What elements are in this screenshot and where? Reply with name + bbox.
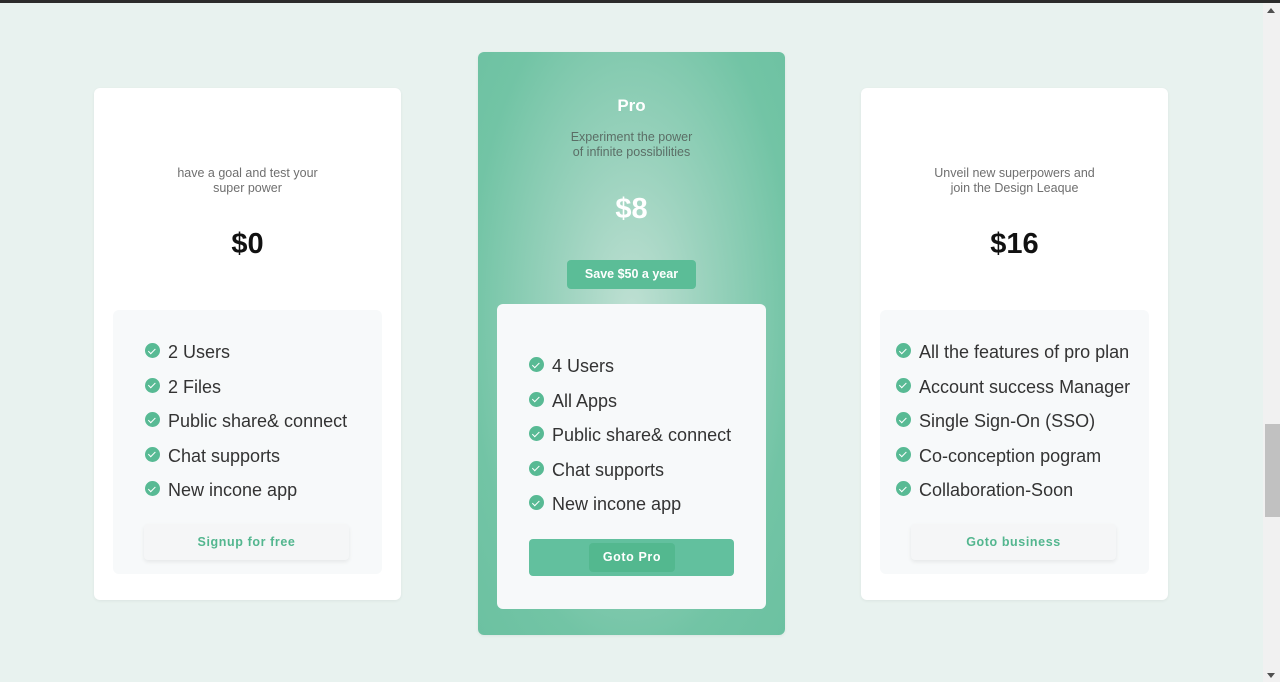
plan-description-line: Experiment the power <box>570 130 693 144</box>
plan-card-free: have a goal and test your super power $0… <box>94 88 401 600</box>
scrollbar-thumb[interactable] <box>1265 424 1280 517</box>
plan-description: Experiment the power of infinite possibi… <box>478 130 785 160</box>
feature-list: 4 Users All Apps Public share& connect C… <box>529 356 731 529</box>
feature-label: 2 Files <box>168 376 222 397</box>
plan-price: $0 <box>231 228 264 260</box>
feature-item: New incone app <box>145 480 347 515</box>
feature-item: 2 Users <box>145 342 347 377</box>
check-circle-icon <box>896 412 911 427</box>
feature-label: Chat supports <box>168 445 281 466</box>
check-circle-icon <box>145 412 160 427</box>
feature-item: Chat supports <box>145 446 347 481</box>
plan-card-pro: Pro Experiment the power of infinite pos… <box>478 52 785 635</box>
feature-label: Public share& connect <box>552 425 732 445</box>
scroll-up-arrow-icon[interactable] <box>1267 8 1275 13</box>
check-circle-icon <box>896 377 911 393</box>
feature-label: 4 Users <box>552 356 615 376</box>
feature-label: Account success Manager <box>919 376 1131 397</box>
plan-description-line: super power <box>213 181 282 195</box>
plan-price: $8 <box>615 193 648 225</box>
feature-item: Co-conception pogram <box>896 446 1130 481</box>
goto-pro-label[interactable]: Goto Pro <box>589 543 675 572</box>
feature-item: Public share& connect <box>529 425 731 460</box>
feature-label: All the features of pro plan <box>919 342 1130 362</box>
feature-label: All Apps <box>552 390 618 411</box>
plan-description-line: of infinite possibilities <box>572 145 691 159</box>
feature-item: New incone app <box>529 494 731 529</box>
feature-list-panel: All the features of pro plan Account suc… <box>880 310 1149 574</box>
feature-label: New incone app <box>552 494 682 514</box>
check-circle-icon <box>896 343 911 358</box>
goto-pro-button[interactable]: Goto Pro <box>529 539 734 576</box>
window-top-border <box>0 0 1280 3</box>
feature-label: Chat supports <box>552 459 665 480</box>
plan-description: have a goal and test your super power <box>94 166 401 196</box>
plan-description: Unveil new superpowers and join the Desi… <box>861 166 1168 196</box>
scroll-down-arrow-icon[interactable] <box>1267 673 1275 678</box>
check-circle-icon <box>529 460 544 476</box>
feature-list: 2 Users 2 Files Public share& connect Ch… <box>145 342 347 515</box>
feature-list: All the features of pro plan Account suc… <box>896 342 1130 515</box>
plan-price: $16 <box>990 228 1039 260</box>
feature-list-panel: 2 Users 2 Files Public share& connect Ch… <box>113 310 382 574</box>
plan-description-line: join the Design Leaque <box>950 181 1079 195</box>
check-circle-icon <box>529 426 544 441</box>
plan-title: Pro <box>617 96 646 115</box>
feature-label: Public share& connect <box>168 411 348 431</box>
feature-item: All Apps <box>529 391 731 426</box>
signup-free-button[interactable]: Signup for free <box>144 524 349 560</box>
feature-item: Public share& connect <box>145 411 347 446</box>
vertical-scrollbar[interactable] <box>1263 3 1280 682</box>
check-circle-icon <box>529 357 544 372</box>
feature-item: All the features of pro plan <box>896 342 1130 377</box>
check-circle-icon <box>145 377 160 393</box>
check-circle-icon <box>145 343 160 358</box>
feature-label: Collaboration-Soon <box>919 480 1074 500</box>
feature-item: Collaboration-Soon <box>896 480 1130 515</box>
plan-description-line: Unveil new superpowers and <box>934 166 1095 180</box>
feature-label: Single Sign-On (SSO) <box>919 411 1096 431</box>
save-badge: Save $50 a year <box>567 260 696 289</box>
check-circle-icon <box>896 446 911 462</box>
feature-item: Chat supports <box>529 460 731 495</box>
feature-item: Account success Manager <box>896 377 1130 412</box>
check-circle-icon <box>529 495 544 510</box>
feature-item: 2 Files <box>145 377 347 412</box>
feature-item: Single Sign-On (SSO) <box>896 411 1130 446</box>
feature-list-panel: 4 Users All Apps Public share& connect C… <box>497 304 766 609</box>
check-circle-icon <box>896 481 911 496</box>
feature-item: 4 Users <box>529 356 731 391</box>
feature-label: Co-conception pogram <box>919 445 1102 466</box>
plan-card-business: Unveil new superpowers and join the Desi… <box>861 88 1168 600</box>
check-circle-icon <box>145 446 160 462</box>
feature-label: 2 Users <box>168 342 231 362</box>
goto-business-button[interactable]: Goto business <box>911 524 1116 560</box>
check-circle-icon <box>145 481 160 496</box>
feature-label: New incone app <box>168 480 298 500</box>
check-circle-icon <box>529 391 544 407</box>
plan-description-line: have a goal and test your <box>177 166 318 180</box>
